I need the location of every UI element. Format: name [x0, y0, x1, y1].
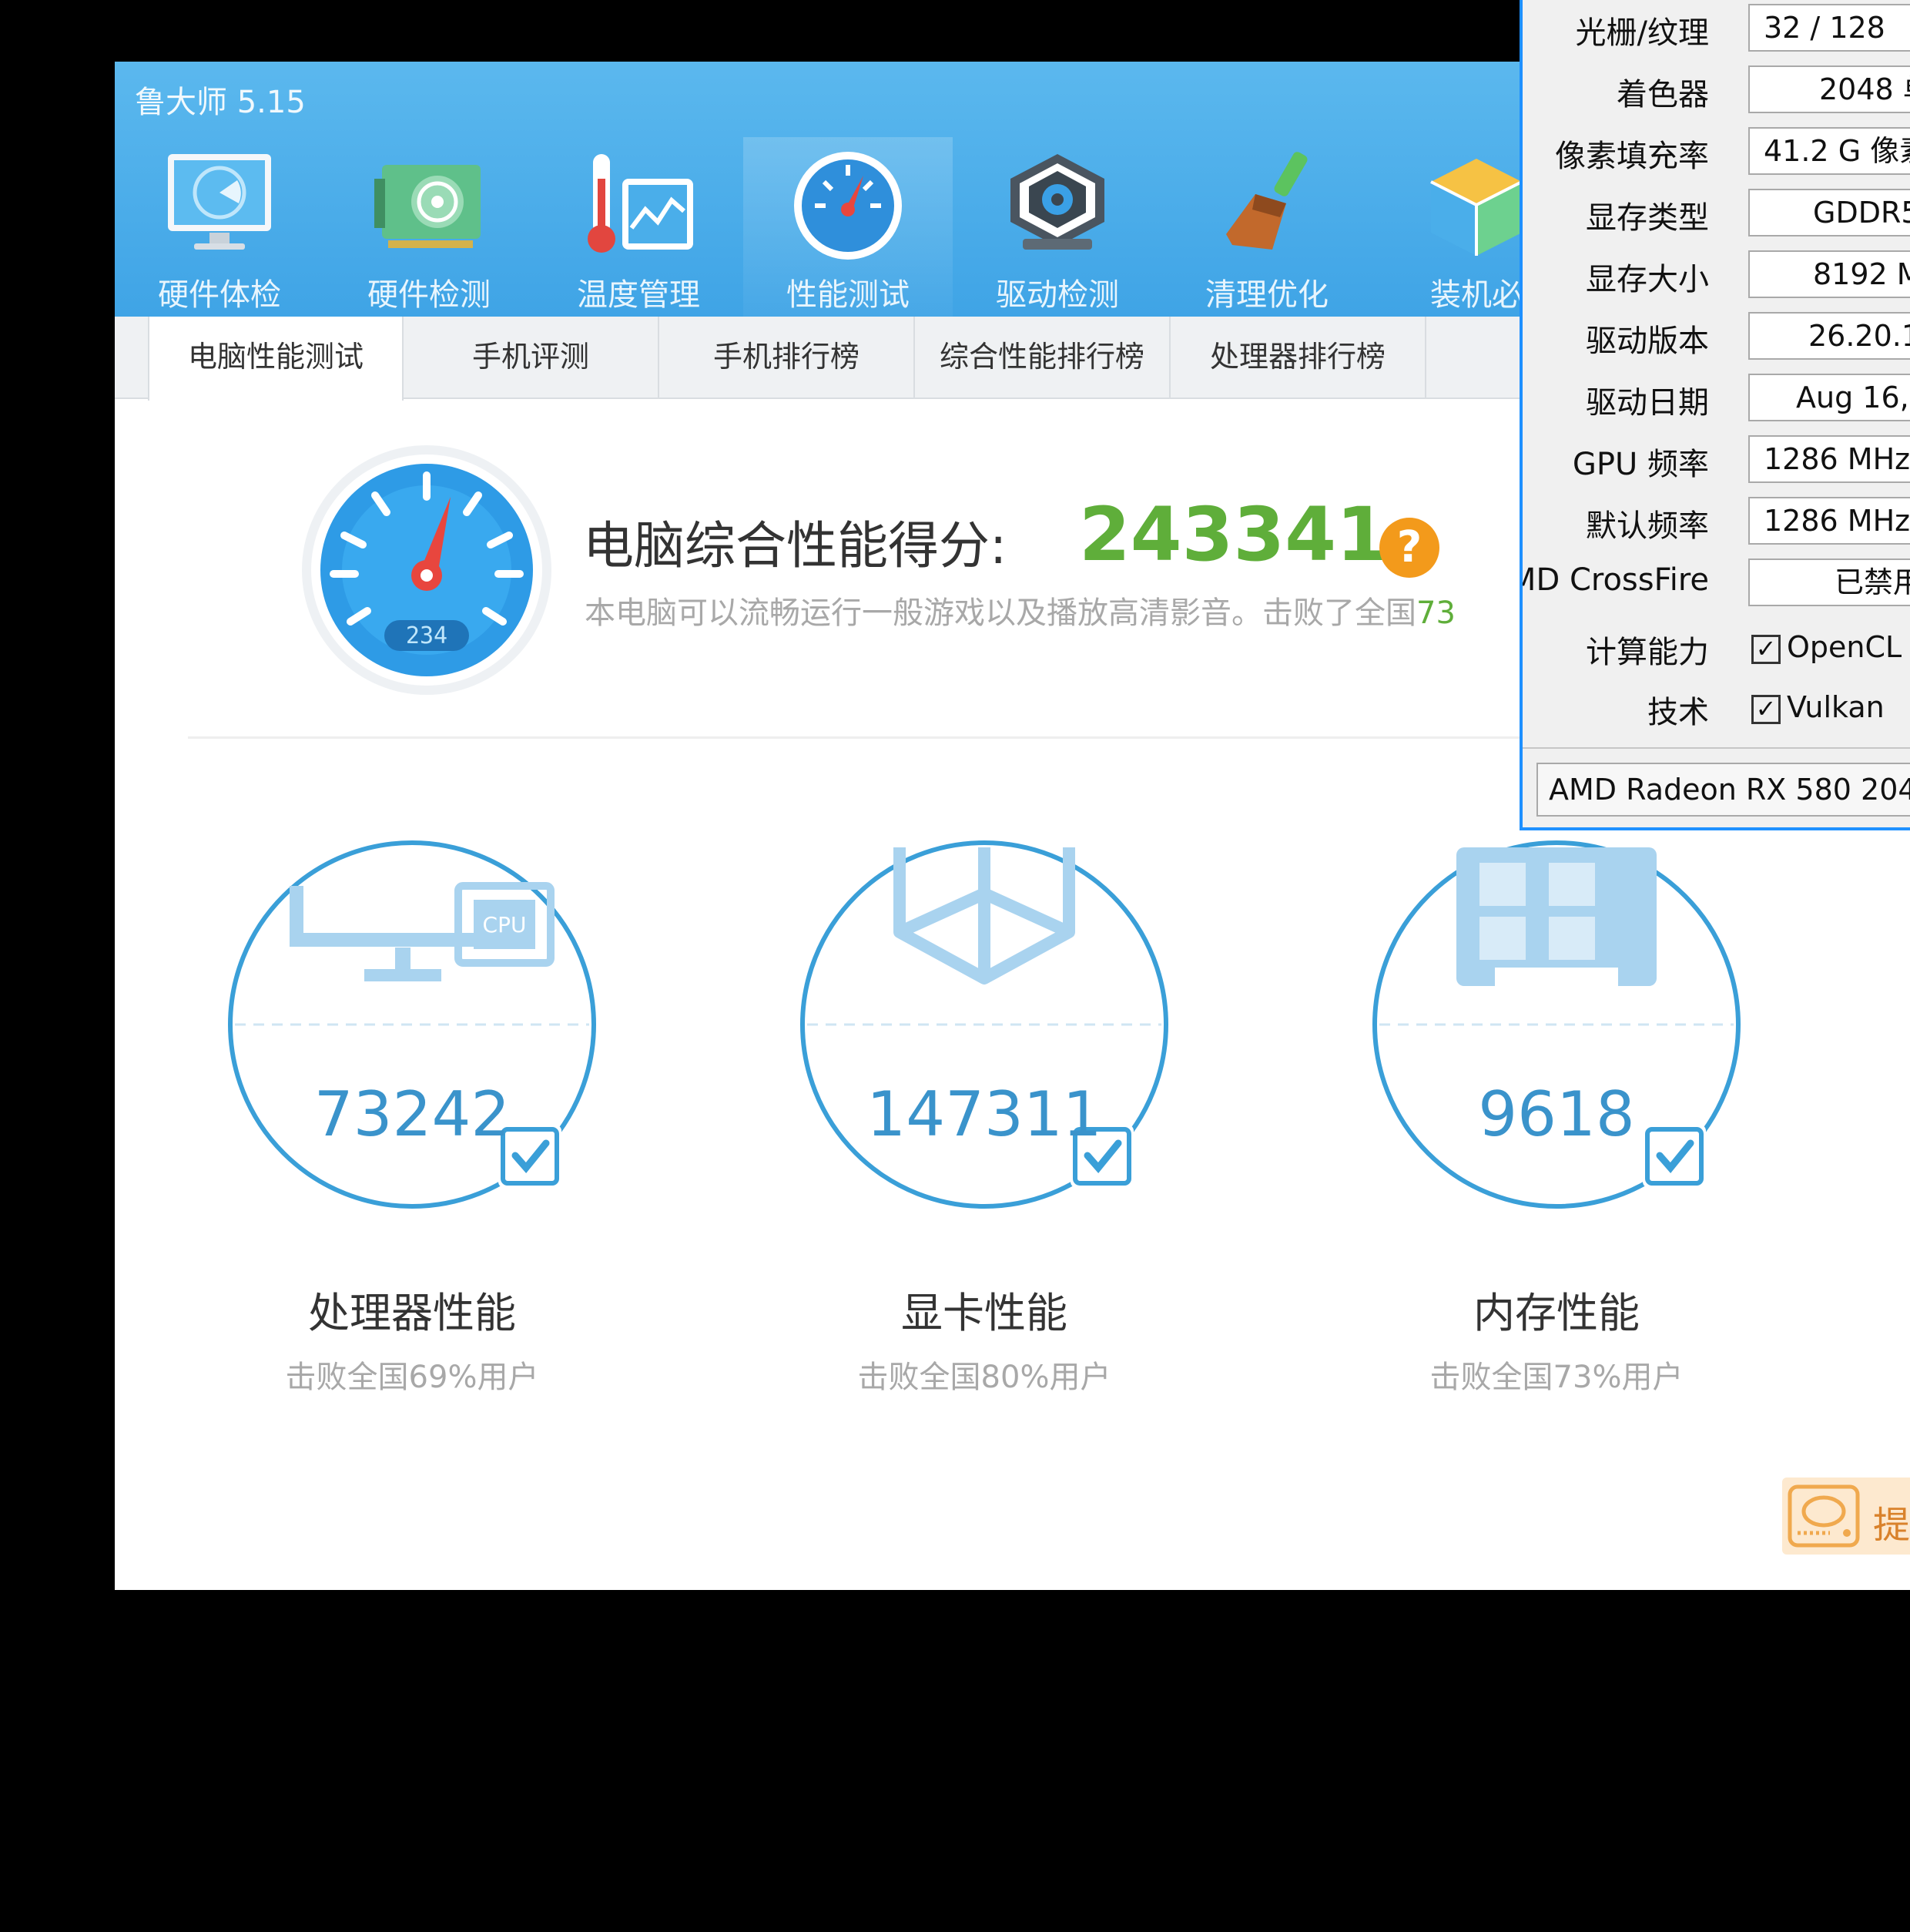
hard-drive-icon	[1788, 1484, 1860, 1548]
vulkan-checkbox[interactable]: ✓ Vulkan	[1751, 690, 1885, 724]
score-gauge-icon: 234	[302, 445, 551, 695]
nav-driver-detect[interactable]: 驱动检测	[953, 137, 1162, 317]
tab-cpu-ranking[interactable]: 处理器排行榜	[1171, 317, 1426, 397]
driver-gear-icon	[1010, 154, 1104, 250]
cpu-chip-label: CPU	[483, 912, 527, 937]
score-description: 本电脑可以流畅运行一般游戏以及播放高清影音。击败了全国73	[585, 588, 1456, 632]
cpu-rank-text: 击败全国69%用户	[285, 1360, 539, 1395]
cpu-result-circle: CPU	[228, 840, 596, 1209]
nav-performance-test[interactable]: 性能测试	[743, 137, 953, 317]
monitor-radar-icon	[168, 154, 271, 250]
divider	[188, 736, 1636, 739]
checkbox-icon: ✓	[1751, 634, 1781, 664]
nav-label: 清理优化	[1205, 277, 1329, 313]
help-icon[interactable]: ?	[1379, 518, 1439, 578]
gpu-result-circle	[800, 840, 1168, 1209]
memory-title: 内存性能	[1473, 1289, 1640, 1337]
score-description-text: 本电脑可以流畅运行一般游戏以及播放高清影音。击败了全国	[585, 595, 1416, 631]
gpu-row-driver-date: 驱动日期 Aug 16, 2	[1523, 371, 1910, 433]
gpu-info-panel: 光栅/纹理 32 / 128 着色器 2048 单 像素填充率 41.2 G 像…	[1520, 0, 1910, 830]
3d-cube-icon	[893, 847, 1075, 984]
promo-button[interactable]: 提	[1782, 1478, 1910, 1555]
score-description-percent: 73	[1416, 595, 1456, 631]
gauge-digits: 234	[406, 622, 447, 649]
monitor-cpu-icon: CPU	[290, 882, 555, 981]
memory-rank-text: 击败全国73%用户	[1429, 1360, 1684, 1395]
memory-result-circle	[1372, 840, 1741, 1209]
tab-pc-performance-test[interactable]: 电脑性能测试	[148, 317, 404, 401]
gpu-name-field[interactable]: AMD Radeon RX 580 2048SP	[1536, 763, 1910, 817]
tab-phone-ranking[interactable]: 手机排行榜	[659, 317, 915, 397]
gpu-row-technology: 技术 ✓ Vulkan	[1647, 690, 1885, 730]
memory-module-icon	[1456, 847, 1657, 986]
nav-label: 性能测试	[786, 277, 910, 313]
checkbox-icon: ✓	[1751, 694, 1781, 724]
nav-hardware-checkup[interactable]: 硬件体检	[115, 137, 324, 317]
thermometer-chart-icon	[588, 154, 693, 253]
tab-phone-review[interactable]: 手机评测	[404, 317, 659, 397]
gpu-row-gpu-clock: GPU 频率 1286 MHz	[1523, 433, 1910, 495]
nav-label: 硬件体检	[158, 277, 281, 313]
gpu-score: 147311	[866, 1078, 1102, 1150]
app-title: 鲁大师 5.15	[135, 85, 306, 120]
promo-label: 提	[1873, 1504, 1910, 1547]
gpu-row-crossfire: AMD CrossFire 已禁用	[1523, 556, 1910, 618]
total-score: 243341	[1079, 491, 1388, 578]
gpu-row-shaders: 着色器 2048 单	[1523, 63, 1910, 125]
gpu-rank-text: 击败全国80%用户	[857, 1360, 1111, 1395]
cube-box-icon	[1430, 159, 1523, 256]
memory-score: 9618	[1478, 1078, 1635, 1150]
divider	[1523, 747, 1910, 749]
gpu-row-pixel-fillrate: 像素填充率 41.2 G 像素	[1523, 125, 1910, 186]
broom-icon	[1226, 152, 1308, 250]
nav-temperature[interactable]: 温度管理	[534, 137, 743, 317]
nav-label: 温度管理	[577, 277, 700, 313]
score-label: 电脑综合性能得分:	[583, 516, 1007, 575]
cpu-title: 处理器性能	[308, 1289, 516, 1337]
opencl-checkbox[interactable]: ✓ OpenCL	[1751, 630, 1902, 664]
gpu-row-memory-type: 显存类型 GDDR5	[1523, 186, 1910, 248]
gpu-row-default-clock: 默认频率 1286 MHz	[1523, 495, 1910, 556]
gpu-row-rops-tmus: 光栅/纹理 32 / 128	[1523, 2, 1910, 63]
gpu-row-memory-size: 显存大小 8192 MB	[1523, 248, 1910, 310]
speedometer-icon	[794, 152, 902, 260]
nav-hardware-detect[interactable]: 硬件检测	[324, 137, 534, 317]
nav-cleanup[interactable]: 清理优化	[1162, 137, 1372, 317]
nav-label: 硬件检测	[367, 277, 491, 313]
cpu-score: 73242	[313, 1078, 511, 1150]
nav-label: 驱动检测	[996, 277, 1119, 313]
tab-overall-ranking[interactable]: 综合性能排行榜	[915, 317, 1171, 397]
gpu-row-compute: 计算能力 ✓ OpenCL	[1586, 630, 1902, 670]
gpu-row-driver-version: 驱动版本 26.20.12	[1523, 310, 1910, 371]
gpu-title: 显卡性能	[901, 1289, 1067, 1337]
graphics-card-icon	[374, 165, 481, 248]
